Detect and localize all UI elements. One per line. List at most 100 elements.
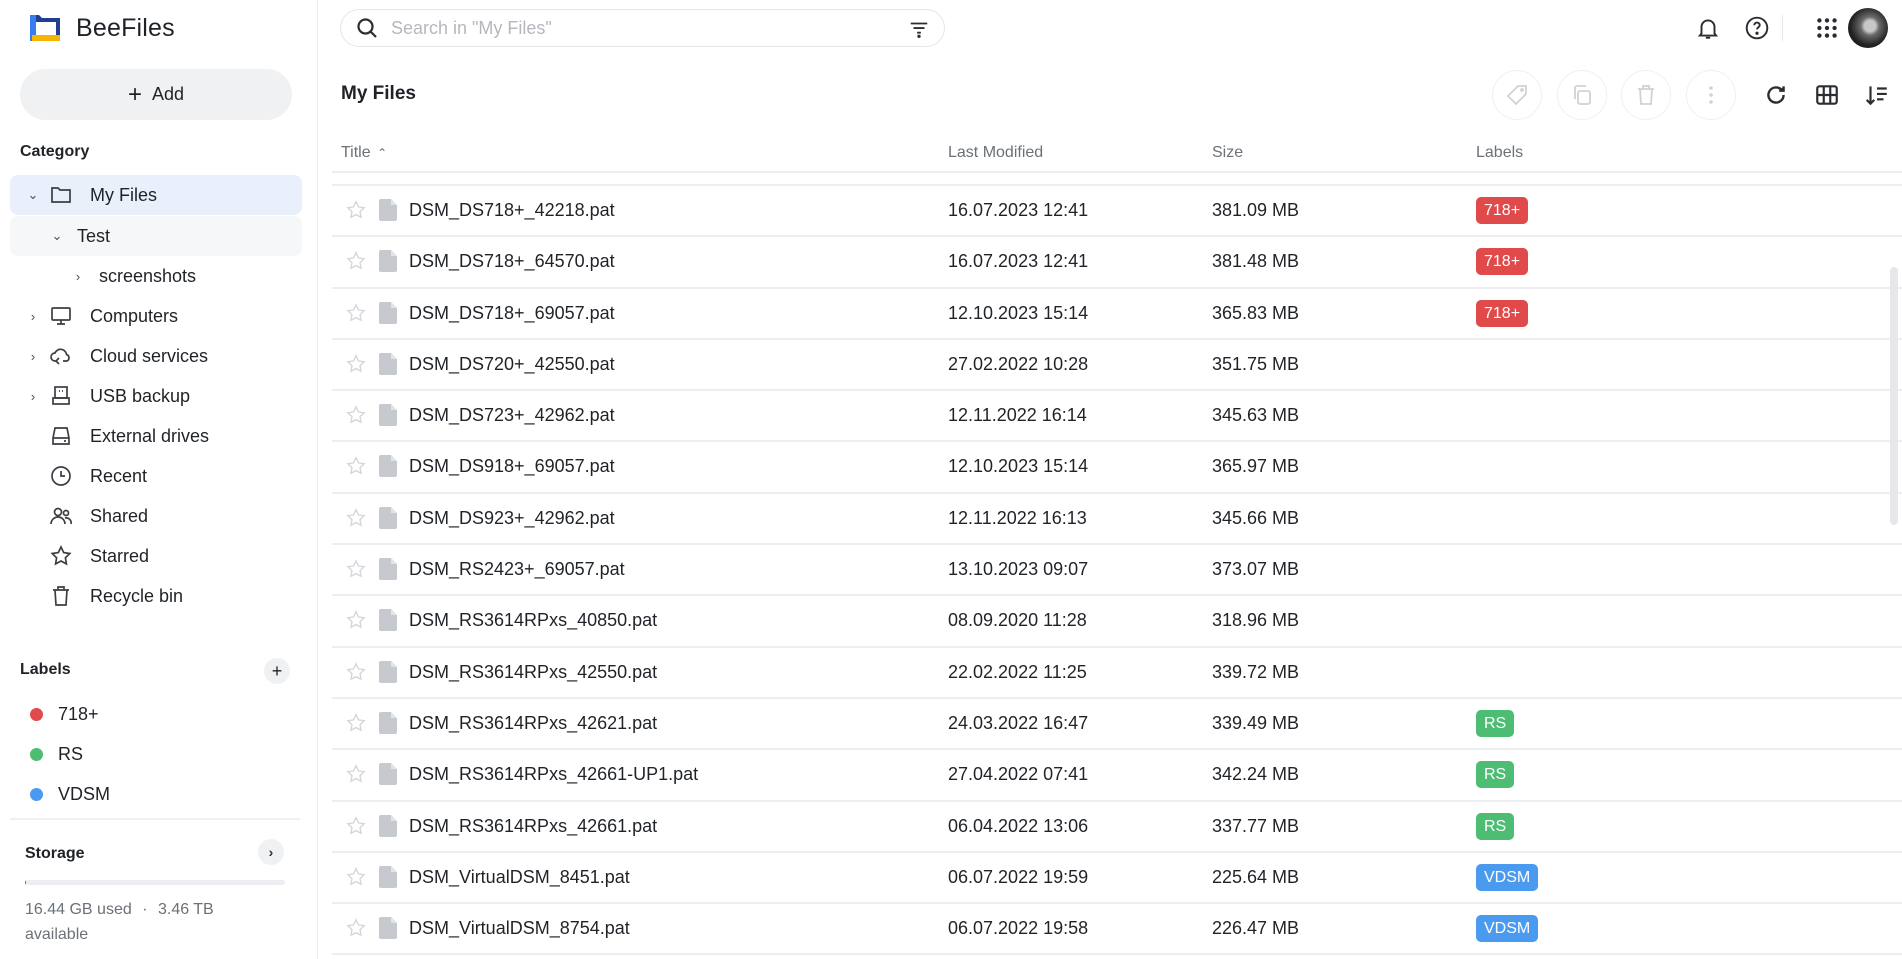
label-badge[interactable]: 718+ <box>1476 197 1528 224</box>
file-row[interactable]: DSM_RS3614RPxs_42661.pat 06.04.2022 13:0… <box>332 802 1902 853</box>
file-name[interactable]: DSM_DS723+_42962.pat <box>409 405 615 426</box>
refresh-button[interactable] <box>1761 80 1791 110</box>
star-icon[interactable] <box>345 302 367 324</box>
star-icon[interactable] <box>345 353 367 375</box>
user-avatar[interactable] <box>1848 8 1888 48</box>
sidebar-item-test[interactable]: ⌄ Test <box>10 216 302 256</box>
label-badge[interactable]: RS <box>1476 710 1514 737</box>
notifications-button[interactable] <box>1693 13 1723 43</box>
add-button[interactable]: + Add <box>20 69 292 120</box>
apps-menu-button[interactable] <box>1812 13 1842 43</box>
sidebar-item-usb-backup[interactable]: › USB backup <box>10 376 302 416</box>
star-icon[interactable] <box>345 250 367 272</box>
label-badge[interactable]: RS <box>1476 761 1514 788</box>
help-button[interactable] <box>1742 13 1772 43</box>
column-header-last-modified[interactable]: Last Modified <box>948 144 1043 162</box>
file-name[interactable]: DSM_DS718+_64570.pat <box>409 251 615 272</box>
star-icon[interactable] <box>345 866 367 888</box>
file-name[interactable]: DSM_DS718+_42218.pat <box>409 200 615 221</box>
file-name[interactable]: DSM_RS3614RPxs_42550.pat <box>409 662 657 683</box>
sidebar-item-recycle-bin[interactable]: Recycle bin <box>10 576 302 616</box>
file-name[interactable]: DSM_VirtualDSM_8754.pat <box>409 918 630 939</box>
sidebar-item-my-files[interactable]: ⌄ My Files <box>10 175 302 215</box>
label-badge[interactable]: RS <box>1476 813 1514 840</box>
file-name[interactable]: DSM_DS718+_69057.pat <box>409 303 615 324</box>
label-item-rs[interactable]: RS <box>30 739 83 769</box>
sidebar-item-external-drives[interactable]: External drives <box>10 416 302 456</box>
add-label-button[interactable]: + <box>264 658 290 684</box>
file-modified: 06.04.2022 13:06 <box>948 816 1088 837</box>
file-row[interactable]: DSM_VirtualDSM_8451.pat 06.07.2022 19:59… <box>332 853 1902 904</box>
column-header-size[interactable]: Size <box>1212 144 1243 162</box>
plus-icon: + <box>128 83 142 107</box>
sidebar-item-recent[interactable]: Recent <box>10 456 302 496</box>
label-action-button[interactable] <box>1492 70 1542 120</box>
label-badge[interactable]: VDSM <box>1476 864 1538 891</box>
file-name[interactable]: DSM_DS923+_42962.pat <box>409 508 615 529</box>
chevron-down-icon[interactable]: ⌄ <box>50 228 64 244</box>
vertical-scrollbar[interactable] <box>1890 267 1898 525</box>
label-badge[interactable]: VDSM <box>1476 915 1538 942</box>
sidebar-item-starred[interactable]: Starred <box>10 536 302 576</box>
cloud-sync-icon <box>48 344 74 368</box>
star-icon[interactable] <box>345 609 367 631</box>
star-icon[interactable] <box>345 507 367 529</box>
star-icon[interactable] <box>345 815 367 837</box>
file-row[interactable]: DSM_DS718+_69057.pat 12.10.2023 15:14 36… <box>332 289 1902 340</box>
file-row[interactable]: DSM_DS720+_42550.pat 27.02.2022 10:28 35… <box>332 340 1902 391</box>
star-icon[interactable] <box>345 404 367 426</box>
star-icon[interactable] <box>345 558 367 580</box>
delete-action-button[interactable] <box>1621 70 1671 120</box>
copy-action-button[interactable] <box>1557 70 1607 120</box>
chevron-right-icon[interactable]: › <box>26 309 40 324</box>
star-icon[interactable] <box>345 763 367 785</box>
star-icon[interactable] <box>345 199 367 221</box>
sidebar-item-cloud-services[interactable]: › Cloud services <box>10 336 302 376</box>
chevron-right-icon[interactable]: › <box>26 389 40 404</box>
file-name[interactable]: DSM_DS918+_69057.pat <box>409 456 615 477</box>
file-name[interactable]: DSM_VirtualDSM_8451.pat <box>409 867 630 888</box>
filter-icon[interactable] <box>908 18 930 40</box>
file-name[interactable]: DSM_RS3614RPxs_42661-UP1.pat <box>409 764 698 785</box>
file-row[interactable]: DSM_RS3614RPxs_42621.pat 24.03.2022 16:4… <box>332 699 1902 750</box>
star-icon[interactable] <box>345 661 367 683</box>
file-row[interactable]: DSM_VirtualDSM_8754.pat 06.07.2022 19:58… <box>332 904 1902 955</box>
file-row[interactable]: DSM_DS918+_69057.pat 12.10.2023 15:14 36… <box>332 442 1902 493</box>
more-actions-button[interactable] <box>1686 70 1736 120</box>
grid-view-button[interactable] <box>1812 80 1842 110</box>
label-item-718[interactable]: 718+ <box>30 699 99 729</box>
chevron-down-icon[interactable]: ⌄ <box>26 187 40 203</box>
column-header-labels[interactable]: Labels <box>1476 144 1523 162</box>
file-row[interactable]: DSM_RS3614RPxs_40850.pat 08.09.2020 11:2… <box>332 596 1902 647</box>
star-icon[interactable] <box>345 455 367 477</box>
app-logo[interactable]: BeeFiles <box>28 12 175 44</box>
label-item-vdsm[interactable]: VDSM <box>30 779 110 809</box>
sidebar-item-shared[interactable]: Shared <box>10 496 302 536</box>
file-row[interactable]: DSM_DS718+_64570.pat 16.07.2023 12:41 38… <box>332 237 1902 288</box>
sidebar-item-screenshots[interactable]: › screenshots <box>10 256 302 296</box>
star-icon[interactable] <box>345 917 367 939</box>
file-row[interactable]: DSM_DS723+_42962.pat 12.11.2022 16:14 34… <box>332 391 1902 442</box>
file-name[interactable]: DSM_RS3614RPxs_40850.pat <box>409 610 657 631</box>
file-row[interactable]: DSM_DS718+_42218.pat 16.07.2023 12:41 38… <box>332 186 1902 237</box>
chevron-right-icon[interactable]: › <box>26 349 40 364</box>
sort-button[interactable] <box>1862 80 1892 110</box>
file-row[interactable]: DSM_DS923+_42962.pat 12.11.2022 16:13 34… <box>332 494 1902 545</box>
sidebar-item-computers[interactable]: › Computers <box>10 296 302 336</box>
file-name[interactable]: DSM_RS3614RPxs_42661.pat <box>409 816 657 837</box>
storage-details-button[interactable]: › <box>258 839 284 865</box>
search-bar[interactable] <box>340 9 945 47</box>
file-row[interactable]: DSM_RS2423+_69057.pat 13.10.2023 09:07 3… <box>332 545 1902 596</box>
label-badge[interactable]: 718+ <box>1476 248 1528 275</box>
label-badge[interactable]: 718+ <box>1476 300 1528 327</box>
file-row[interactable]: DSM_RS3614RPxs_42661-UP1.pat 27.04.2022 … <box>332 750 1902 801</box>
file-name[interactable]: DSM_DS720+_42550.pat <box>409 354 615 375</box>
file-name[interactable]: DSM_RS3614RPxs_42621.pat <box>409 713 657 734</box>
file-name[interactable]: DSM_RS2423+_69057.pat <box>409 559 625 580</box>
search-input[interactable] <box>391 18 871 39</box>
file-row[interactable]: DSM_RS3614RPxs_42550.pat 22.02.2022 11:2… <box>332 648 1902 699</box>
chevron-right-icon[interactable]: › <box>71 269 85 284</box>
file-modified: 06.07.2022 19:59 <box>948 867 1088 888</box>
column-header-title[interactable]: Title ⌃ <box>341 144 387 162</box>
star-icon[interactable] <box>345 712 367 734</box>
